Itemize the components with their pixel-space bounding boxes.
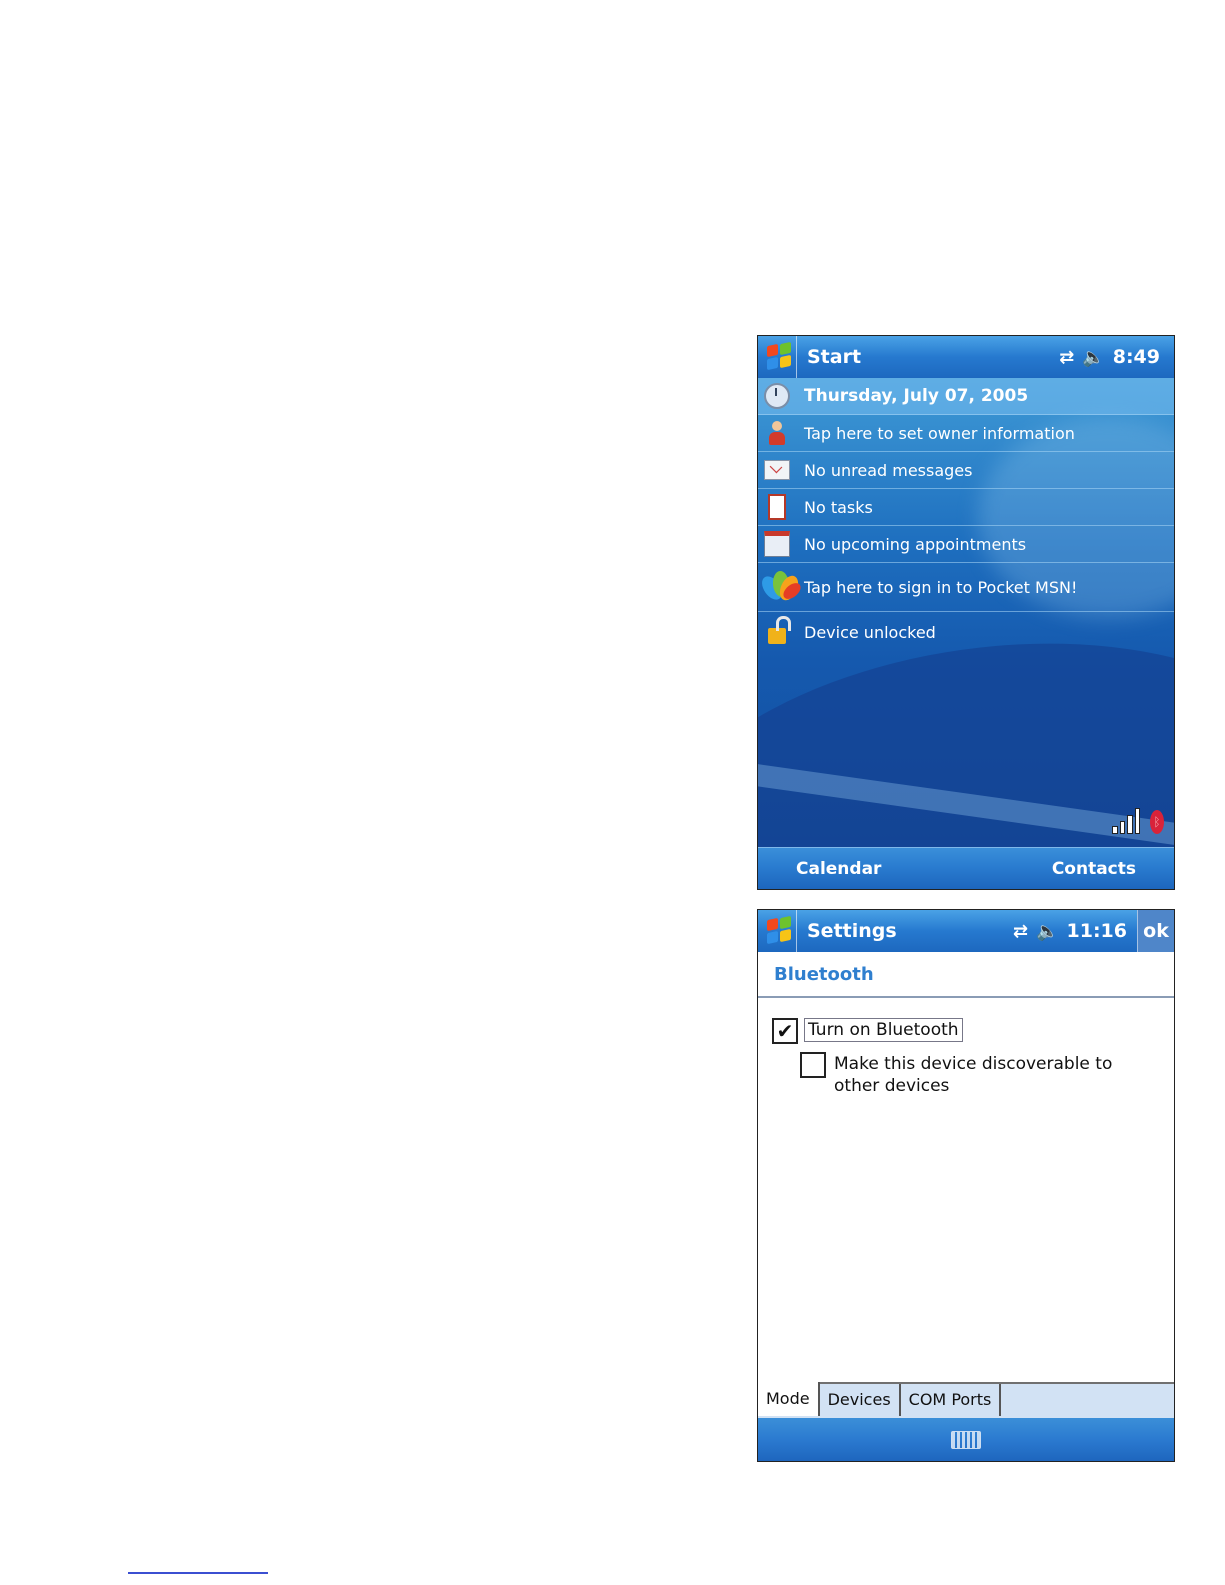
start-menu-windows-logo-icon[interactable]	[758, 910, 797, 952]
notification-tray: ᛒ	[1112, 808, 1164, 834]
footer-link-underline	[128, 1572, 268, 1574]
today-item-label: No unread messages	[804, 460, 973, 480]
navigation-bar-title[interactable]: Settings	[807, 920, 1013, 942]
navigation-bar: Settings ⇄ 🔈 11:16 ok	[758, 910, 1174, 952]
page-title: Bluetooth	[758, 952, 1174, 998]
today-screen: Start ⇄ 🔈 8:49 Thursday, July 07, 2005 T…	[757, 335, 1175, 890]
tab-devices[interactable]: Devices	[819, 1384, 901, 1416]
turn-on-bluetooth-label[interactable]: Turn on Bluetooth	[804, 1018, 963, 1042]
clock-icon	[764, 383, 790, 409]
start-menu-windows-logo-icon[interactable]	[758, 336, 797, 378]
turn-on-bluetooth-option[interactable]: ✔ Turn on Bluetooth	[772, 1018, 963, 1044]
today-item-label: Thursday, July 07, 2005	[804, 386, 1029, 406]
today-item-appointments[interactable]: No upcoming appointments	[758, 526, 1174, 563]
navigation-bar-title[interactable]: Start	[807, 346, 1059, 368]
ok-button[interactable]: ok	[1137, 910, 1174, 952]
today-item-label: No upcoming appointments	[804, 534, 1027, 554]
tab-com-ports[interactable]: COM Ports	[900, 1384, 1002, 1416]
speaker-muted-icon[interactable]: 🔈	[1036, 921, 1058, 942]
signal-strength-icon[interactable]	[1112, 808, 1140, 834]
padlock-open-icon	[768, 616, 791, 644]
clock-time[interactable]: 11:16	[1067, 920, 1127, 942]
contacts-soft-key[interactable]: Contacts	[1014, 859, 1174, 879]
discoverable-checkbox[interactable]	[800, 1052, 826, 1078]
tab-mode[interactable]: Mode	[758, 1382, 820, 1416]
soft-key-bar: Calendar Contacts	[758, 847, 1174, 889]
mail-icon	[764, 460, 790, 480]
calendar-icon	[764, 531, 790, 557]
sync-icon[interactable]: ⇄	[1059, 347, 1074, 368]
clock-time[interactable]: 8:49	[1113, 346, 1160, 368]
turn-on-bluetooth-checkbox[interactable]: ✔	[772, 1018, 798, 1044]
today-item-date[interactable]: Thursday, July 07, 2005	[758, 378, 1174, 415]
today-items-list: Thursday, July 07, 2005 Tap here to set …	[758, 378, 1174, 652]
keyboard-icon[interactable]	[951, 1430, 981, 1449]
today-item-label: Tap here to set owner information	[804, 423, 1075, 443]
speaker-muted-icon[interactable]: 🔈	[1082, 347, 1104, 368]
bluetooth-settings-screen: Settings ⇄ 🔈 11:16 ok Bluetooth ✔ Turn o…	[757, 909, 1175, 1462]
today-item-label: No tasks	[804, 497, 873, 517]
today-item-label: Tap here to sign in to Pocket MSN!	[804, 577, 1078, 597]
tasks-icon	[768, 494, 786, 520]
discoverable-label[interactable]: Make this device discoverable to other d…	[834, 1053, 1160, 1097]
tab-bar: Mode Devices COM Ports	[758, 1382, 1174, 1418]
calendar-soft-key[interactable]: Calendar	[758, 859, 919, 879]
today-item-pocket-msn[interactable]: Tap here to sign in to Pocket MSN!	[758, 563, 1174, 612]
today-item-device-lock[interactable]: Device unlocked	[758, 612, 1174, 652]
owner-icon	[769, 421, 785, 445]
today-item-tasks[interactable]: No tasks	[758, 489, 1174, 526]
today-item-label: Device unlocked	[804, 622, 936, 642]
msn-butterfly-icon	[758, 567, 804, 607]
navigation-bar: Start ⇄ 🔈 8:49	[758, 336, 1174, 378]
discoverable-option[interactable]: Make this device discoverable to other d…	[800, 1052, 1160, 1097]
sync-icon[interactable]: ⇄	[1013, 921, 1028, 942]
today-item-owner[interactable]: Tap here to set owner information	[758, 415, 1174, 452]
input-panel-bar	[758, 1418, 1174, 1461]
page-title-text: Bluetooth	[774, 963, 874, 985]
bluetooth-icon[interactable]: ᛒ	[1150, 810, 1164, 834]
today-item-messages[interactable]: No unread messages	[758, 452, 1174, 489]
